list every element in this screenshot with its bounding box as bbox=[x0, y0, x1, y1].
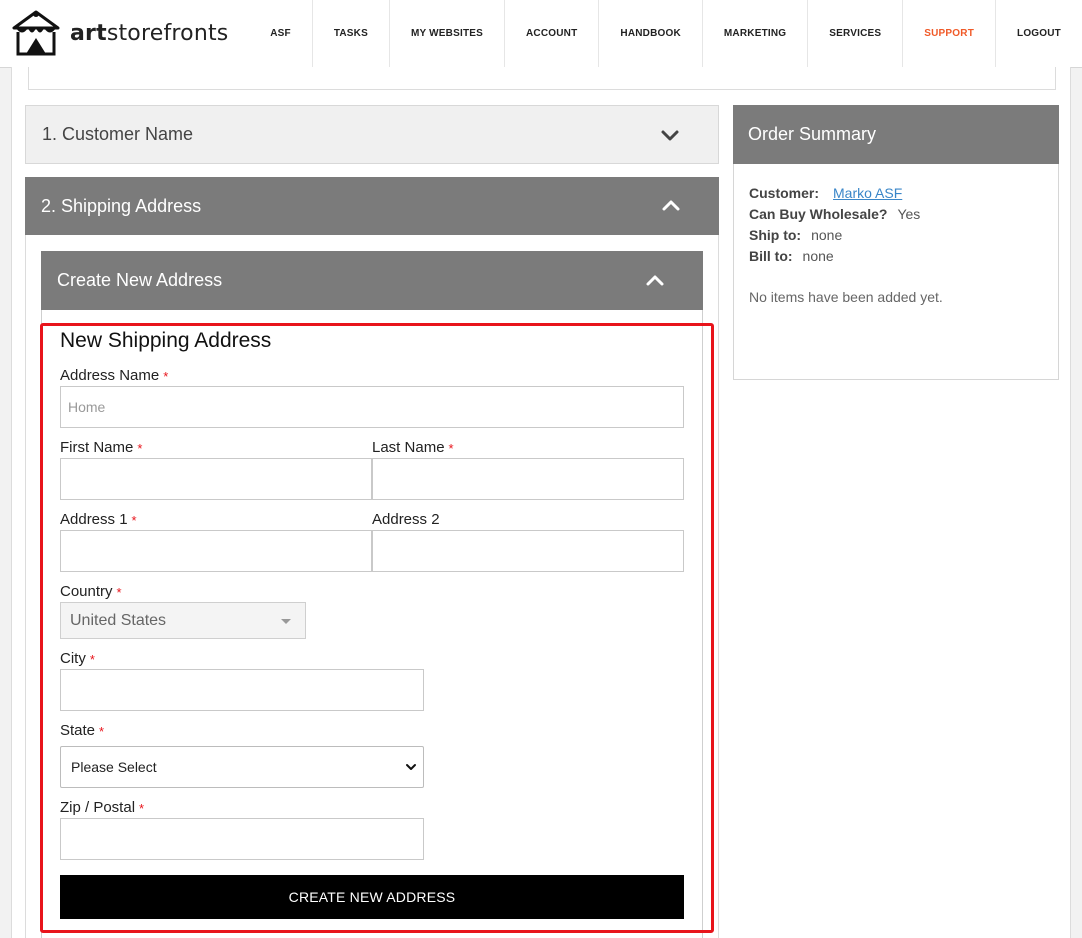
create-new-address-title: Create New Address bbox=[57, 270, 223, 290]
nav-marketing[interactable]: MARKETING bbox=[701, 0, 807, 67]
summary-ship-to: Ship to: none bbox=[749, 227, 843, 243]
nav-my-websites[interactable]: MY WEBSITES bbox=[388, 0, 504, 67]
order-summary-header: Order Summary bbox=[733, 105, 1059, 164]
checkout-page: 1. Customer Name 2. Shipping Address Cre… bbox=[11, 67, 1071, 938]
customer-link[interactable]: Marko ASF bbox=[833, 185, 902, 201]
chevron-up-icon bbox=[646, 275, 664, 285]
first-name-label: First Name * bbox=[60, 439, 143, 456]
required-mark: * bbox=[99, 724, 105, 739]
order-summary-body: Customer: Marko ASF Can Buy Wholesale? Yes… bbox=[733, 164, 1059, 380]
nav-handbook[interactable]: HANDBOOK bbox=[598, 0, 702, 67]
city-label: City * bbox=[60, 650, 95, 667]
chevron-down-icon bbox=[661, 130, 679, 140]
brand-name: artstorefronts bbox=[70, 20, 229, 46]
required-mark: * bbox=[89, 652, 95, 667]
chevron-up-icon bbox=[662, 200, 680, 211]
first-name-input[interactable] bbox=[60, 458, 372, 500]
storefront-icon bbox=[12, 10, 60, 56]
country-value: United States bbox=[70, 611, 167, 629]
order-summary-title: Order Summary bbox=[748, 124, 877, 144]
city-input[interactable] bbox=[60, 669, 424, 711]
zip-input[interactable] bbox=[60, 818, 424, 860]
address-name-input[interactable] bbox=[60, 386, 684, 428]
country-select[interactable]: United States bbox=[60, 602, 306, 639]
address-name-label: Address Name * bbox=[60, 367, 169, 384]
step-customer-name-title: 1. Customer Name bbox=[42, 124, 194, 144]
required-mark: * bbox=[131, 513, 137, 528]
step-customer-name-header[interactable]: 1. Customer Name bbox=[25, 105, 719, 164]
top-panel-edge bbox=[28, 67, 1056, 90]
country-label: Country * bbox=[60, 583, 122, 600]
form-title: New Shipping Address bbox=[60, 329, 272, 352]
address1-label: Address 1 * bbox=[60, 511, 137, 528]
create-new-address-header[interactable]: Create New Address bbox=[41, 251, 703, 310]
caret-down-icon bbox=[281, 619, 291, 624]
summary-empty-message: No items have been added yet. bbox=[749, 289, 943, 305]
address2-label: Address 2 bbox=[372, 511, 440, 528]
create-new-address-button[interactable]: CREATE NEW ADDRESS bbox=[60, 875, 684, 919]
nav-services[interactable]: SERVICES bbox=[807, 0, 902, 67]
zip-label: Zip / Postal * bbox=[60, 799, 145, 816]
required-mark: * bbox=[116, 585, 122, 600]
address1-input[interactable] bbox=[60, 530, 372, 572]
state-value: Please Select bbox=[71, 759, 157, 775]
last-name-label: Last Name * bbox=[372, 439, 454, 456]
nav-tasks[interactable]: TASKS bbox=[311, 0, 389, 67]
required-mark: * bbox=[448, 441, 454, 456]
required-mark: * bbox=[163, 369, 169, 384]
summary-wholesale: Can Buy Wholesale? Yes bbox=[749, 206, 921, 222]
address2-input[interactable] bbox=[372, 530, 684, 572]
step-shipping-address-title: 2. Shipping Address bbox=[41, 195, 202, 216]
main-nav: ASF TASKS MY WEBSITES ACCOUNT HANDBOOK M… bbox=[249, 0, 1082, 67]
nav-account[interactable]: ACCOUNT bbox=[504, 0, 598, 67]
nav-support[interactable]: SUPPORT bbox=[902, 0, 995, 67]
last-name-input[interactable] bbox=[372, 458, 684, 500]
summary-bill-to: Bill to: none bbox=[749, 248, 834, 264]
required-mark: * bbox=[139, 801, 145, 816]
nav-asf[interactable]: ASF bbox=[249, 0, 312, 67]
required-mark: * bbox=[137, 441, 143, 456]
state-label: State * bbox=[60, 722, 105, 739]
chevron-down-icon bbox=[406, 764, 416, 770]
site-header: artstorefronts ASF TASKS MY WEBSITES ACC… bbox=[0, 0, 1082, 68]
summary-customer: Customer: Marko ASF bbox=[749, 185, 903, 201]
nav-logout[interactable]: LOGOUT bbox=[995, 0, 1082, 67]
brand-logo[interactable]: artstorefronts bbox=[12, 10, 228, 56]
state-select[interactable]: Please Select bbox=[60, 746, 424, 788]
step-shipping-address-header[interactable]: 2. Shipping Address bbox=[25, 177, 719, 235]
